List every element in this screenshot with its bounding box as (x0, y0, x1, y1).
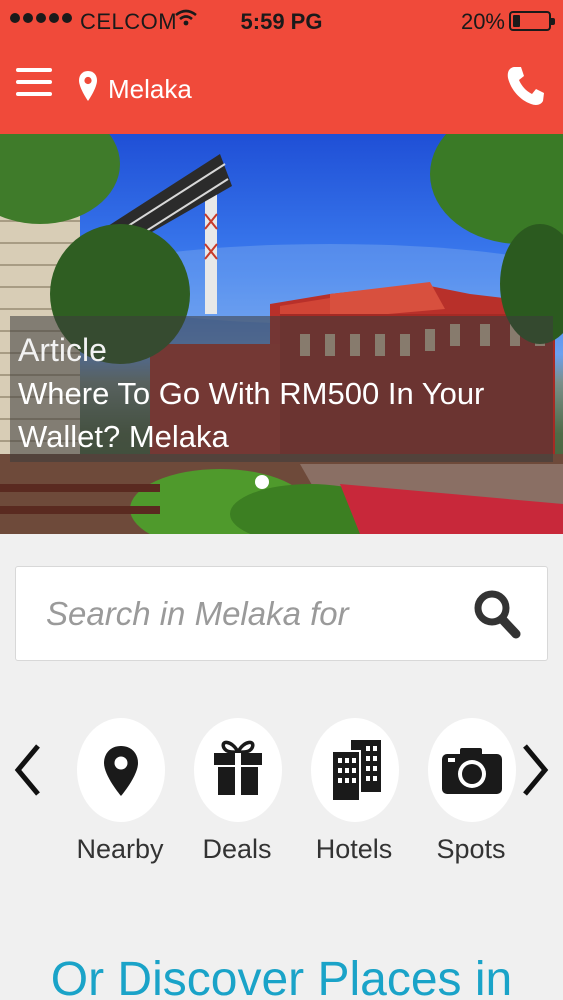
phone-icon[interactable] (505, 64, 545, 108)
buildings-icon (331, 740, 381, 800)
article-kicker: Article (18, 332, 107, 368)
chevron-right-icon[interactable] (519, 740, 551, 800)
battery-fill (513, 15, 520, 27)
article-title-link[interactable]: Where To Go With RM500 In Your Wallet? M… (18, 372, 538, 458)
category-label: Deals (202, 834, 272, 864)
location-selector[interactable]: Melaka (108, 74, 192, 105)
hero-carousel[interactable]: Article Where To Go With RM500 In Your W… (0, 134, 563, 534)
category-spots[interactable]: Spots (421, 718, 521, 868)
battery-percent: 20% (460, 9, 505, 34)
map-pin-icon (104, 746, 138, 796)
category-icon-circle (77, 718, 165, 822)
hamburger-menu-icon[interactable] (16, 68, 54, 106)
search-input[interactable] (46, 591, 466, 637)
category-label: Nearby (76, 834, 164, 864)
app-header: Melaka (0, 44, 563, 134)
category-icon-circle (311, 718, 399, 822)
battery-icon (509, 11, 555, 31)
category-nearby[interactable]: Nearby (70, 718, 170, 868)
search-box[interactable] (15, 566, 548, 661)
chevron-left-icon[interactable] (12, 740, 44, 800)
category-icon-circle (428, 718, 516, 822)
carousel-dot-active[interactable] (255, 475, 269, 489)
camera-icon (442, 748, 502, 794)
category-deals[interactable]: Deals (187, 718, 287, 868)
search-icon[interactable] (473, 589, 521, 639)
discover-heading: Or Discover Places in (50, 953, 513, 1000)
category-label: Spots (436, 834, 506, 864)
category-icon-circle (194, 718, 282, 822)
gift-icon (214, 740, 262, 795)
map-pin-icon[interactable] (78, 70, 98, 102)
category-hotels[interactable]: Hotels (304, 718, 404, 868)
status-bar: CELCOM 5:59 PG 20% (0, 0, 563, 44)
category-label: Hotels (315, 834, 393, 864)
